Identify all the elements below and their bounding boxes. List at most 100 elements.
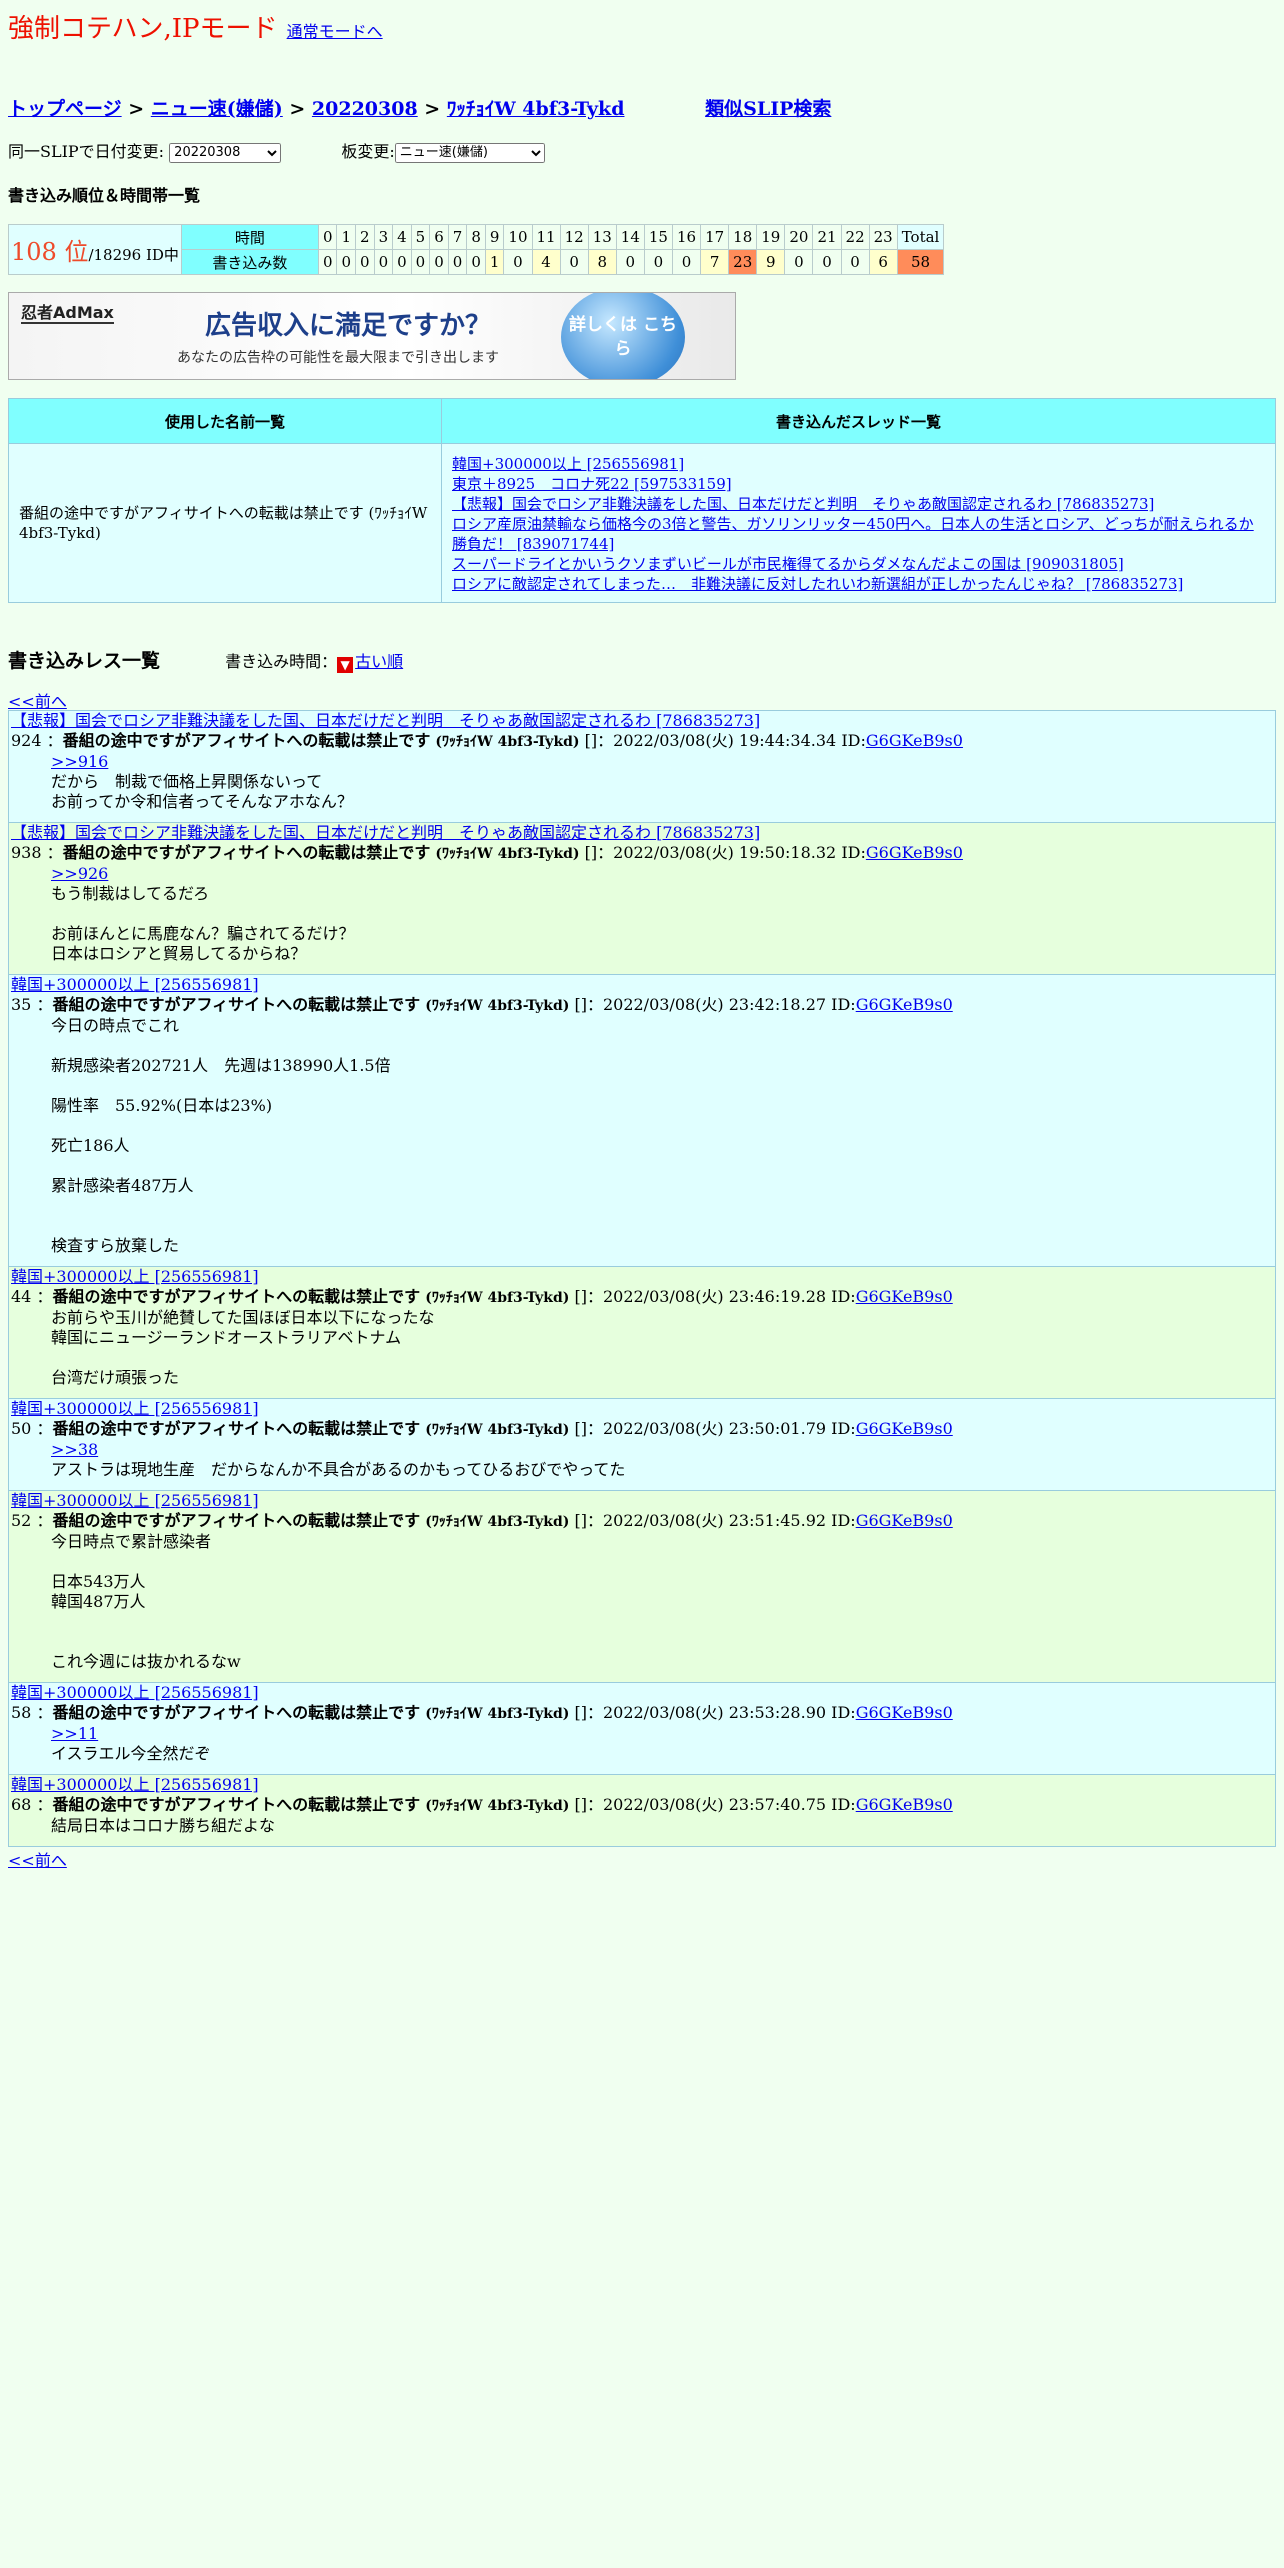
post-item: 【悲報】国会でロシア非難決議をした国、日本だけだと判明 そりゃあ敵国認定されるわ… — [8, 823, 1276, 975]
post-header: 58 ：番組の途中ですがアフィサイトへの転載は禁止です (ﾜｯﾁｮｲW 4bf3… — [11, 1703, 1273, 1724]
hour-cell: 10 — [503, 224, 533, 250]
count-cell: 23 — [728, 249, 758, 275]
thread-link[interactable]: 【悲報】国会でロシア非難決議をした国、日本だけだと判明 そりゃあ敵国認定されるわ… — [452, 494, 1265, 514]
post-body: 今日の時点でこれ 新規感染者202721人 先週は138990人1.5倍 陽性率… — [51, 1016, 391, 1255]
hour-cell: 20 — [784, 224, 814, 250]
count-cell: 0 — [355, 249, 375, 275]
breadcrumb-date[interactable]: 20220308 — [312, 98, 418, 120]
count-cell: 0 — [466, 249, 486, 275]
thread-link[interactable]: ロシア産原油禁輸なら価格今の3倍と警告、ガソリンリッター450円へ。日本人の生活… — [452, 514, 1265, 554]
post-header: 44 ：番組の途中ですがアフィサイトへの転載は禁止です (ﾜｯﾁｮｲW 4bf3… — [11, 1287, 1273, 1308]
post-number: 50 ： — [11, 1419, 53, 1438]
post-thread-link[interactable]: 韓国+300000以上 [256556981] — [11, 1399, 1273, 1419]
post-id-link[interactable]: G6GKeB9s0 — [866, 731, 963, 750]
post-body: だから 制裁で価格上昇関係ないって お前ってか令和信者ってそんなアホなん？ — [51, 772, 353, 811]
thread-link[interactable]: スーパードライとかいうクソまずいビールが市民権得てるからダメなんだよこの国は [… — [452, 554, 1265, 574]
count-cell: 0 — [410, 249, 431, 275]
post-thread-link[interactable]: 韓国+300000以上 [256556981] — [11, 1775, 1273, 1795]
post-item: 韓国+300000以上 [256556981] 35 ：番組の途中ですがアフィサイ… — [8, 975, 1276, 1267]
prev-page-link-bottom[interactable]: <<前へ — [8, 1847, 1276, 1871]
normal-mode-link[interactable]: 通常モードへ — [287, 22, 383, 41]
post-author-name: 番組の途中ですがアフィサイトへの転載は禁止です — [62, 731, 431, 750]
rank-value: 108 位 — [11, 238, 89, 266]
post-number: 52 ： — [11, 1511, 53, 1530]
count-cell: 9 — [756, 249, 786, 275]
board-select[interactable]: ニュー速(嫌儲) — [394, 142, 545, 163]
post-body: アストラは現地生産 だからなんか不具合があるのかもってひるおびでやってた — [51, 1460, 626, 1479]
used-name: 番組の途中ですがアフィサイトへの転載は禁止です (ﾜｯﾁｮｲW 4bf3-Tyk… — [8, 443, 442, 603]
hour-cell: 2 — [355, 224, 375, 250]
reply-anchor-link[interactable]: >>916 — [51, 752, 108, 771]
post-author-name: 番組の途中ですがアフィサイトへの転載は禁止です — [52, 1419, 421, 1438]
count-cell: 0 — [317, 249, 338, 275]
post-thread-link[interactable]: 【悲報】国会でロシア非難決議をした国、日本だけだと判明 そりゃあ敵国認定されるわ… — [11, 711, 1273, 731]
names-column-header: 使用した名前一覧 — [8, 398, 442, 444]
post-number: 924 ： — [11, 731, 63, 750]
post-author-name: 番組の途中ですがアフィサイトへの転載は禁止です — [52, 1287, 421, 1306]
post-thread-link[interactable]: 韓国+300000以上 [256556981] — [11, 1683, 1273, 1703]
posts-heading-row: 書き込みレス一覧 書き込み時間： ▼ 古い順 — [8, 646, 403, 673]
hour-cell: 5 — [410, 224, 431, 250]
sort-down-icon: ▼ — [337, 657, 354, 673]
reply-anchor-link[interactable]: >>11 — [51, 1724, 98, 1743]
breadcrumb-sep: > — [417, 98, 447, 120]
thread-link[interactable]: 韓国+300000以上 [256556981] — [452, 454, 1265, 474]
reply-anchor-link[interactable]: >>926 — [51, 864, 108, 883]
count-cell: 0 — [840, 249, 870, 275]
post-id-link[interactable]: G6GKeB9s0 — [856, 1795, 953, 1814]
prev-page-link-top[interactable]: <<前へ — [8, 688, 67, 712]
date-select[interactable]: 20220308 — [169, 142, 282, 163]
post-item: 韓国+300000以上 [256556981] 68 ：番組の途中ですがアフィサイ… — [8, 1775, 1276, 1847]
mode-header: 強制コテハン,IPモード 通常モードへ — [8, 8, 383, 45]
post-meta: []：2022/03/08(火) 23:51:45.92 ID: — [574, 1511, 856, 1530]
post-id-link[interactable]: G6GKeB9s0 — [856, 1419, 953, 1438]
post-id-link[interactable]: G6GKeB9s0 — [856, 1287, 953, 1306]
post-thread-link[interactable]: 韓国+300000以上 [256556981] — [11, 1267, 1273, 1287]
thread-link[interactable]: ロシアに敵認定されてしまった… 非難決議に反対したれいわ新選組が正しかったんじゃ… — [452, 574, 1265, 594]
hour-cell: 16 — [671, 224, 702, 250]
breadcrumb-top[interactable]: トップページ — [8, 98, 122, 120]
hours-label: 時間 — [180, 224, 319, 250]
names-threads-table: 使用した名前一覧 書き込んだスレッド一覧 番組の途中ですがアフィサイトへの転載は… — [8, 398, 1276, 603]
breadcrumb: トップページ > ニュー速(嫌儲) > 20220308 > ﾜｯﾁｮｲW 4b… — [8, 94, 831, 121]
count-cell: 0 — [503, 249, 533, 275]
hour-cell: 11 — [531, 224, 561, 250]
post-author-trip: (ﾜｯﾁｮｲW 4bf3-Tykd) — [425, 1798, 570, 1814]
post-item: 韓国+300000以上 [256556981] 58 ：番組の途中ですがアフィサイ… — [8, 1683, 1276, 1775]
hour-cell: 3 — [373, 224, 394, 250]
count-cell: 0 — [812, 249, 842, 275]
post-thread-link[interactable]: 韓国+300000以上 [256556981] — [11, 1491, 1273, 1511]
post-thread-link[interactable]: 韓国+300000以上 [256556981] — [11, 975, 1273, 995]
post-author-trip: (ﾜｯﾁｮｲW 4bf3-Tykd) — [435, 734, 580, 750]
post-meta: []：2022/03/08(火) 19:50:18.32 ID: — [584, 843, 866, 862]
similar-slip-search-link[interactable]: 類似SLIP検索 — [705, 98, 831, 120]
post-body: 結局日本はコロナ勝ち組だよな — [51, 1816, 276, 1835]
post-id-link[interactable]: G6GKeB9s0 — [856, 1511, 953, 1530]
breadcrumb-board[interactable]: ニュー速(嫌儲) — [151, 98, 283, 120]
post-body: イスラエル今全然だぞ — [51, 1744, 211, 1763]
post-id-link[interactable]: G6GKeB9s0 — [856, 1703, 953, 1722]
thread-link[interactable]: 東京＋8925 コロナ死22 [597533159] — [452, 474, 1265, 494]
ad-brand-logo: 忍者AdMax — [21, 303, 114, 324]
threads-list: 韓国+300000以上 [256556981] 東京＋8925 コロナ死22 [5… — [441, 443, 1276, 603]
post-item: 韓国+300000以上 [256556981] 44 ：番組の途中ですがアフィサイ… — [8, 1267, 1276, 1399]
post-meta: []：2022/03/08(火) 23:46:19.28 ID: — [574, 1287, 856, 1306]
breadcrumb-slip[interactable]: ﾜｯﾁｮｲW 4bf3-Tykd — [447, 98, 625, 120]
sort-oldest-link[interactable]: 古い順 — [355, 652, 403, 671]
mode-title: 強制コテハン,IPモード — [8, 14, 278, 44]
ad-cta-button[interactable]: 詳しくは こちら — [561, 293, 685, 379]
posts-heading: 書き込みレス一覧 — [8, 650, 161, 672]
post-thread-link[interactable]: 【悲報】国会でロシア非難決議をした国、日本だけだと判明 そりゃあ敵国認定されるわ… — [11, 823, 1273, 843]
ad-banner[interactable]: 忍者AdMax 広告収入に満足ですか？ あなたの広告枠の可能性を最大限まで引き出… — [8, 292, 736, 380]
post-id-link[interactable]: G6GKeB9s0 — [856, 995, 953, 1014]
reply-anchor-link[interactable]: >>38 — [51, 1440, 98, 1459]
count-cell: 1 — [484, 249, 505, 275]
total-label: Total — [896, 224, 945, 250]
breadcrumb-sep: > — [282, 98, 312, 120]
hour-cell: 13 — [587, 224, 617, 250]
hour-cell: 1 — [336, 224, 357, 250]
post-author-name: 番組の途中ですがアフィサイトへの転載は禁止です — [52, 1703, 421, 1722]
hour-cell: 6 — [429, 224, 449, 250]
post-id-link[interactable]: G6GKeB9s0 — [866, 843, 963, 862]
hourly-posts-table: 108 位/18296 ID中 時間 0 1 2 3 4 5 6 7 8 9 10 11 12 13 14 1… — [8, 224, 945, 275]
